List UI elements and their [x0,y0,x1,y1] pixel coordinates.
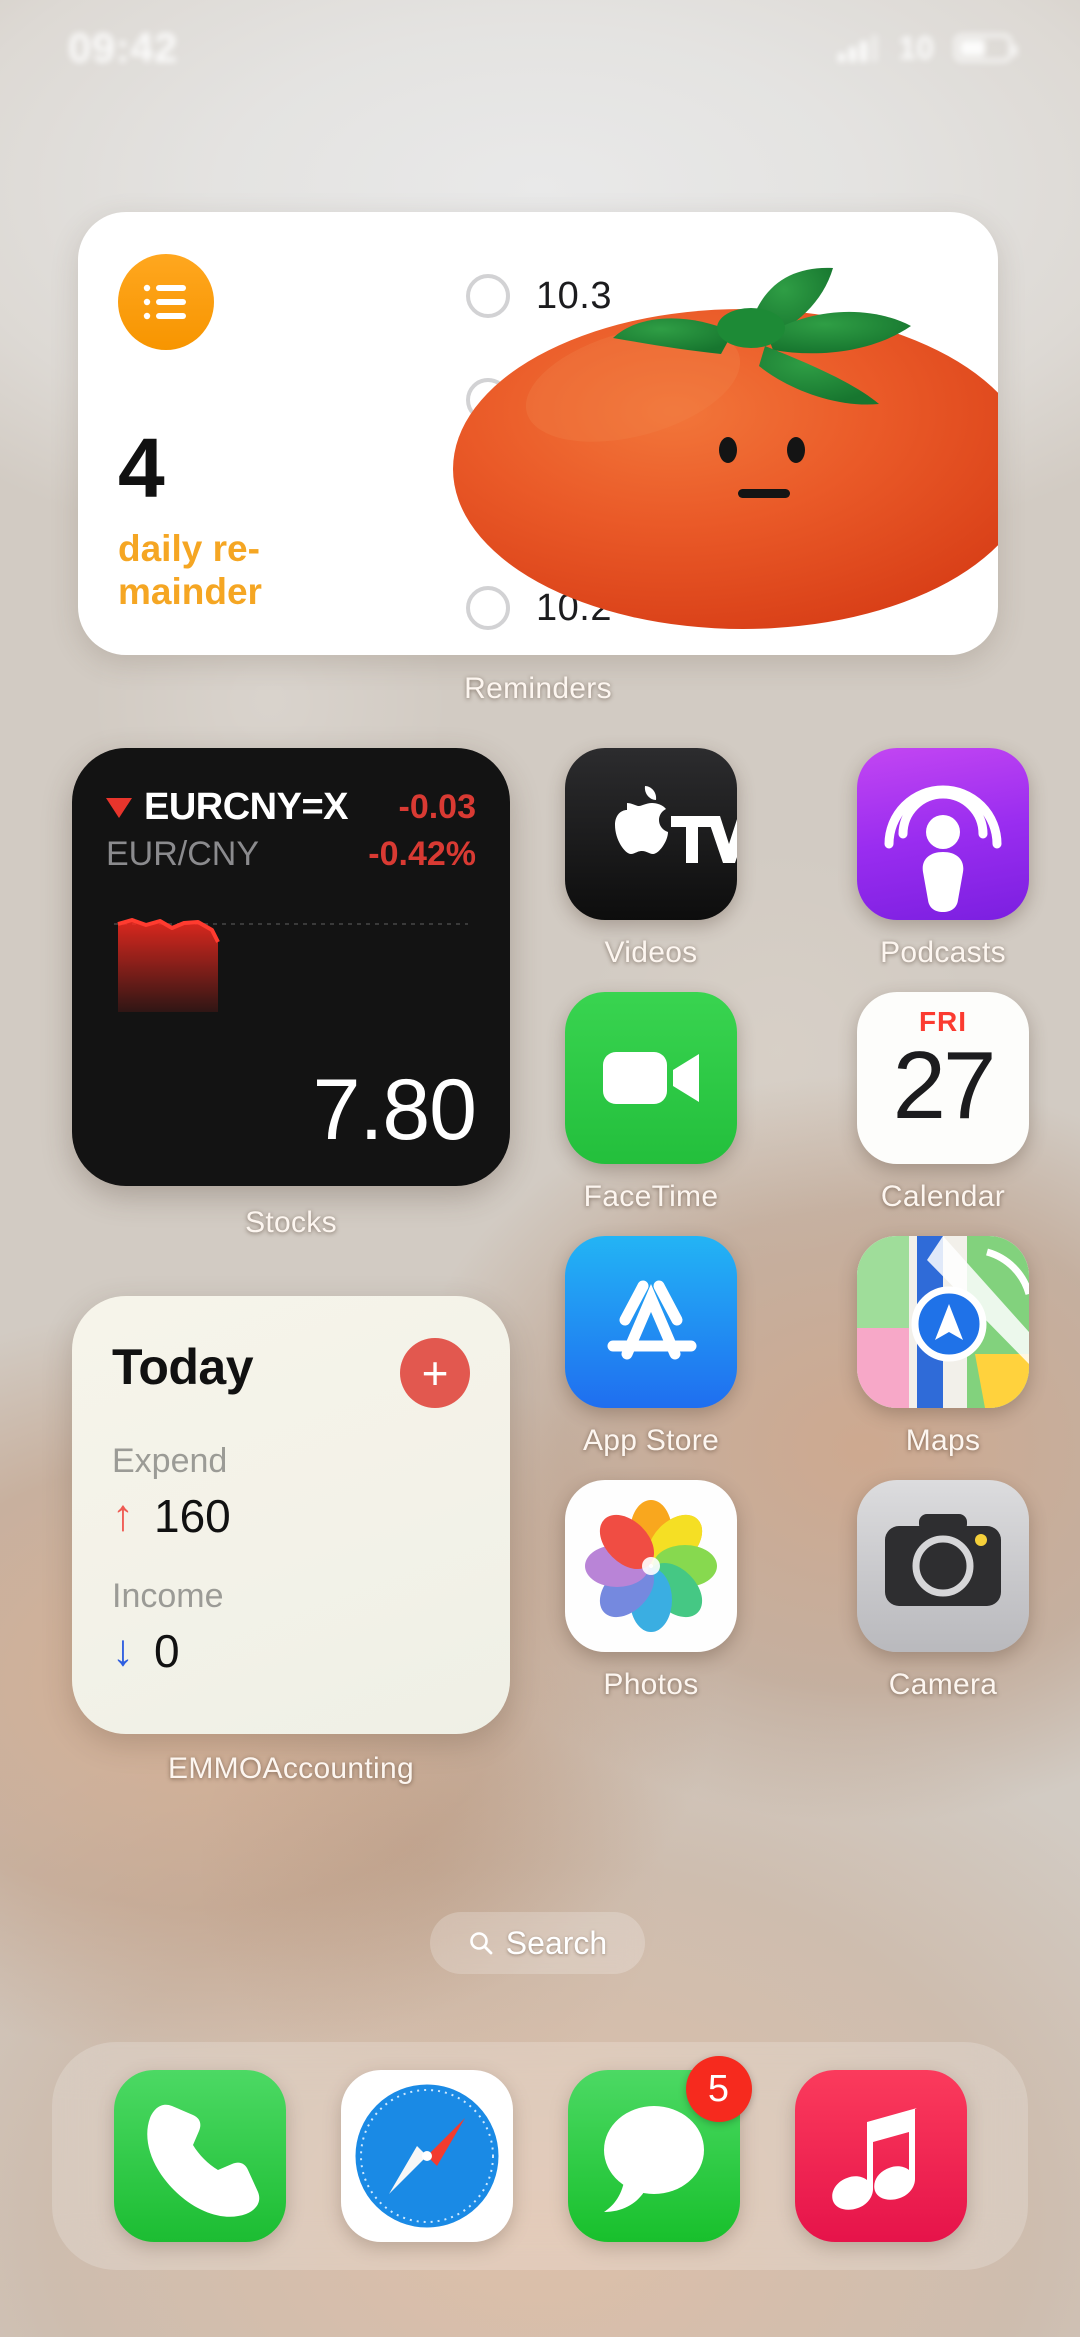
app-row: FaceTime FRI 27 Calendar [562,992,1032,1214]
dock-item-messages[interactable]: 5 [567,2056,752,2242]
dock: 5 [52,2042,1028,2270]
app-label: Calendar [880,1180,1006,1213]
app-store-icon[interactable] [565,1236,737,1408]
stocks-subheader-row: EUR/CNY -0.42% [106,835,476,874]
stocks-pair-name: EUR/CNY [106,835,260,873]
battery-icon [954,34,1017,62]
list-item[interactable]: 10.3 [466,244,986,348]
expend-group: Expend ↑ 160 [112,1442,470,1543]
stocks-header-row: EURCNY=X -0.03 [106,786,476,829]
income-label: Income [112,1577,224,1615]
signal-bars-icon [838,34,879,62]
arrow-down-icon: ↓ [112,1626,134,1675]
expend-value: 160 [154,1490,231,1542]
photos-icon[interactable] [565,1480,737,1652]
checkbox-circle-icon[interactable] [466,378,510,422]
network-type-label: 10 [898,29,934,66]
stocks-widget[interactable]: EURCNY=X -0.03 EUR/CNY -0.42% 7.80 [72,748,510,1186]
checkbox-circle-icon[interactable] [466,482,510,526]
app-label: FaceTime [583,1180,719,1213]
app-label: Podcasts [880,936,1006,969]
arrow-up-icon: ↑ [112,1491,134,1540]
stocks-price: 7.80 [312,1062,477,1158]
dock-item-phone[interactable] [113,2070,286,2242]
stocks-symbol-group: EURCNY=X [106,786,349,829]
app-label: Videos [604,936,698,969]
checkbox-circle-icon[interactable] [466,586,510,630]
list-item[interactable]: 10.2 [466,556,986,655]
stocks-change-value: -0.03 [398,788,477,826]
status-bar: 09:42 10 [0,0,1080,96]
stocks-widget-label: Stocks [245,1206,337,1239]
app-facetime[interactable]: FaceTime [562,992,740,1214]
income-value: 0 [154,1625,180,1677]
search-icon [469,1932,493,1955]
status-bar-indicators: 10 [838,29,1017,67]
status-bar-clock: 09:42 [68,24,178,71]
app-photos[interactable]: Photos [562,1480,740,1702]
plus-icon: + [421,1347,449,1399]
app-podcasts[interactable]: Podcasts [854,748,1032,970]
search-label: Search [505,1924,608,1961]
reminders-list-icon [118,254,214,350]
reminders-task-list: 10.3 10.2 [466,244,986,655]
reminders-subtitle-line1: daily re- [118,528,260,569]
phone-icon[interactable] [113,2070,286,2242]
reminders-subtitle: daily re- mainder [118,528,338,613]
income-value-row: ↓ 0 [112,1624,470,1678]
dock-item-safari[interactable] [340,2070,513,2242]
reminders-subtitle-line2: mainder [118,570,262,612]
maps-icon[interactable] [857,1236,1029,1408]
stocks-change-percent: -0.42% [368,835,476,873]
reminders-widget-label: Reminders [464,672,612,705]
apple-tv-icon[interactable] [565,748,737,920]
list-item[interactable] [466,348,986,452]
app-videos[interactable]: Videos [562,748,740,970]
dock-item-music[interactable] [794,2070,967,2242]
expend-value-row: ↑ 160 [112,1489,470,1543]
app-row: App Store Maps [562,1236,1032,1458]
checkbox-circle-icon[interactable] [466,274,510,318]
reminder-task-text: 10.2 [536,586,612,629]
podcasts-icon[interactable] [857,748,1029,920]
app-row: Videos Podcasts [562,748,1032,970]
app-row: Photos Camera [562,1480,1032,1702]
stocks-symbol: EURCNY=X [144,786,349,828]
app-maps[interactable]: Maps [854,1236,1032,1458]
music-icon[interactable] [794,2070,967,2242]
app-label: Photos [603,1668,699,1701]
stocks-sparkline-chart [106,908,476,1038]
app-app-store[interactable]: App Store [562,1236,740,1458]
safari-icon[interactable] [340,2070,513,2242]
accounting-widget[interactable]: Today + Expend ↑ 160 Income ↓ 0 [72,1296,510,1734]
reminders-count: 4 [118,421,165,515]
app-label: App Store [582,1424,720,1457]
app-label: Maps [905,1424,981,1457]
calendar-icon[interactable]: FRI 27 [857,992,1029,1164]
list-item[interactable] [466,452,986,556]
facetime-icon[interactable] [565,992,737,1164]
caret-down-icon [106,797,132,818]
status-badge: 5 [685,2056,752,2122]
reminder-task-text: 10.3 [536,274,612,317]
accounting-widget-label: EMMOAccounting [168,1752,414,1785]
search-button[interactable]: Search [430,1912,645,1974]
app-calendar[interactable]: FRI 27 Calendar [854,992,1032,1214]
expend-label: Expend [112,1442,228,1480]
reminders-summary: 4 daily re- mainder [78,212,408,655]
add-entry-button[interactable]: + [400,1338,470,1408]
reminders-widget[interactable]: 4 daily re- mainder 10.3 10.2 [78,212,998,655]
app-label: Camera [888,1668,998,1701]
app-grid: Videos Podcasts FaceTime FRI 27 Calendar… [562,748,1032,1724]
camera-icon[interactable] [857,1480,1029,1652]
accounting-header: Today + [112,1338,470,1408]
income-group: Income ↓ 0 [112,1577,470,1678]
calendar-date: 27 [892,1032,997,1139]
accounting-title: Today [112,1339,254,1395]
app-camera[interactable]: Camera [854,1480,1032,1702]
